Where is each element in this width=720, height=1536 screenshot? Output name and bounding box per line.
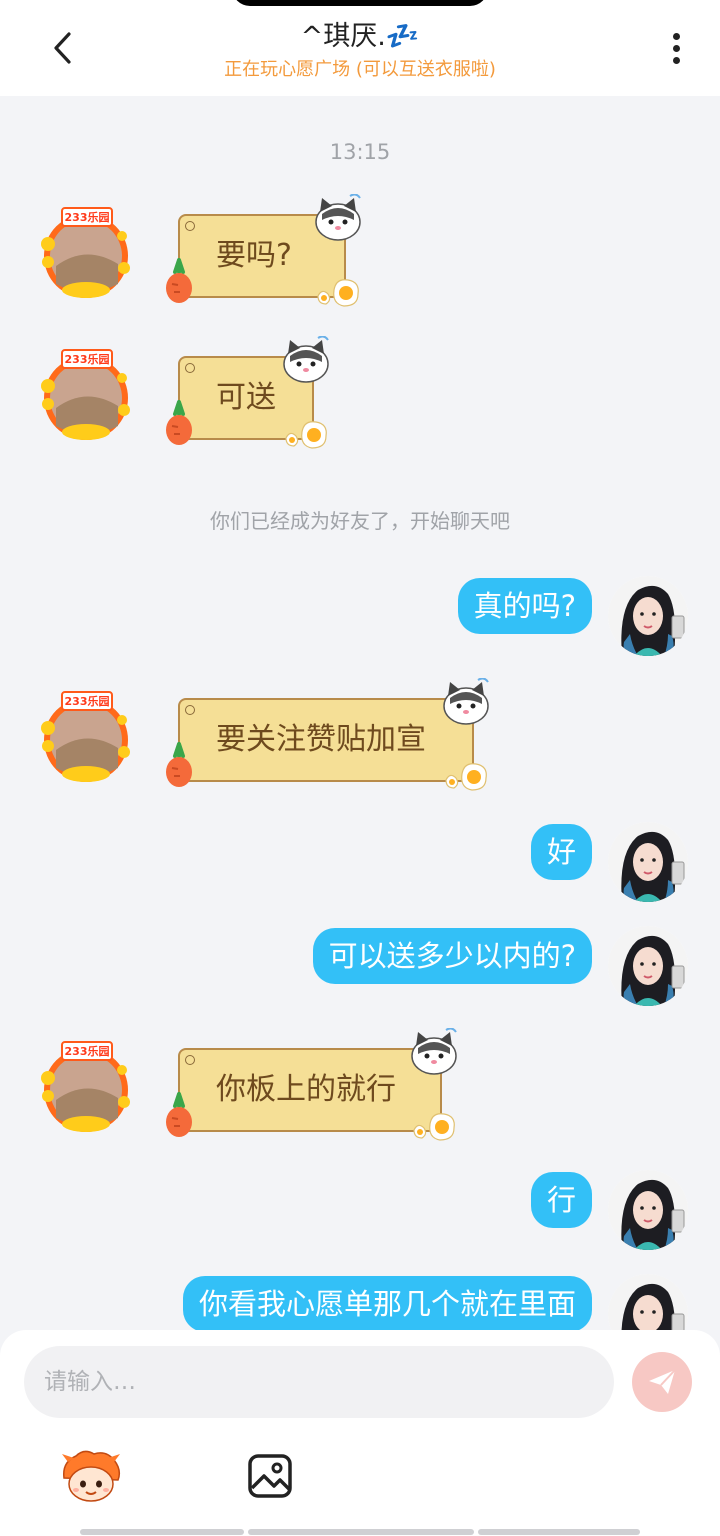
- my-avatar[interactable]: [608, 1170, 688, 1250]
- camera-notch: [232, 0, 488, 6]
- message-bubble-incoming[interactable]: 要吗?: [166, 194, 361, 307]
- my-avatar[interactable]: [608, 822, 688, 902]
- message-text: 要吗?: [216, 238, 292, 273]
- message-bubble-outgoing[interactable]: 真的吗?: [457, 578, 592, 634]
- message-bubble-incoming[interactable]: 你板上的就行: [166, 1028, 457, 1141]
- message-bubble-outgoing[interactable]: 行: [530, 1172, 592, 1228]
- more-dot: [672, 32, 680, 40]
- message-bubble-outgoing[interactable]: 好: [530, 824, 592, 880]
- cat-sticker-icon: [443, 678, 489, 725]
- message-bubble-incoming[interactable]: 要关注赞贴加宣: [166, 678, 489, 791]
- message-input[interactable]: [24, 1346, 614, 1418]
- message-text: 你板上的就行: [216, 1072, 396, 1107]
- cat-sticker-icon: [315, 194, 361, 241]
- emoji-mascot-icon[interactable]: [60, 1448, 122, 1504]
- message-timestamp: 13:15: [329, 140, 391, 164]
- cat-sticker-icon: [283, 336, 329, 383]
- friend-avatar[interactable]: 233乐园: [36, 688, 136, 784]
- carrot-sticker-icon: [166, 258, 192, 303]
- chat-status: 正在玩心愿广场 (可以互送衣服啦): [224, 59, 496, 80]
- message-text: 要关注赞贴加宣: [216, 722, 426, 757]
- message-bubble-outgoing[interactable]: 你看我心愿单那几个就在里面: [182, 1276, 592, 1332]
- chat-header: ^琪厌.💤 正在玩心愿广场 (可以互送衣服啦): [0, 0, 720, 96]
- friend-avatar[interactable]: 233乐园: [36, 1038, 136, 1134]
- friend-avatar[interactable]: 233乐园: [36, 204, 136, 300]
- my-avatar[interactable]: [608, 926, 688, 1006]
- chevron-left-icon: [54, 32, 71, 64]
- friend-avatar[interactable]: 233乐园: [36, 346, 136, 442]
- my-avatar[interactable]: [608, 576, 688, 656]
- send-icon: [649, 1369, 676, 1394]
- more-button[interactable]: [660, 28, 692, 68]
- more-dot: [672, 56, 680, 64]
- message-text: 可送: [216, 380, 276, 415]
- send-button[interactable]: [632, 1352, 692, 1412]
- message-bubble-outgoing[interactable]: 可以送多少以内的?: [312, 928, 592, 984]
- egg-sticker-icon: [285, 421, 327, 449]
- carrot-sticker-icon: [166, 742, 192, 787]
- gesture-bar-segment: [478, 1529, 640, 1535]
- system-notice: 你们已经成为好友了，开始聊天吧: [210, 509, 510, 533]
- avatar-badge-text: 233乐园: [65, 210, 110, 224]
- avatar-badge-text: 233乐园: [65, 694, 110, 708]
- cat-sticker-icon: [411, 1028, 457, 1075]
- message-bubble-incoming[interactable]: 可送: [166, 336, 329, 449]
- back-button[interactable]: [40, 28, 84, 68]
- carrot-sticker-icon: [166, 1092, 192, 1137]
- carrot-sticker-icon: [166, 400, 192, 445]
- gesture-bar-segment: [248, 1529, 474, 1535]
- avatar-badge-text: 233乐园: [65, 352, 110, 366]
- egg-sticker-icon: [445, 763, 487, 791]
- more-dot: [672, 44, 680, 52]
- gesture-bar-segment: [80, 1529, 244, 1535]
- egg-sticker-icon: [317, 279, 359, 307]
- egg-sticker-icon: [413, 1113, 455, 1141]
- chat-title: ^琪厌.💤: [300, 21, 420, 52]
- image-icon[interactable]: [246, 1452, 294, 1500]
- avatar-badge-text: 233乐园: [65, 1044, 110, 1058]
